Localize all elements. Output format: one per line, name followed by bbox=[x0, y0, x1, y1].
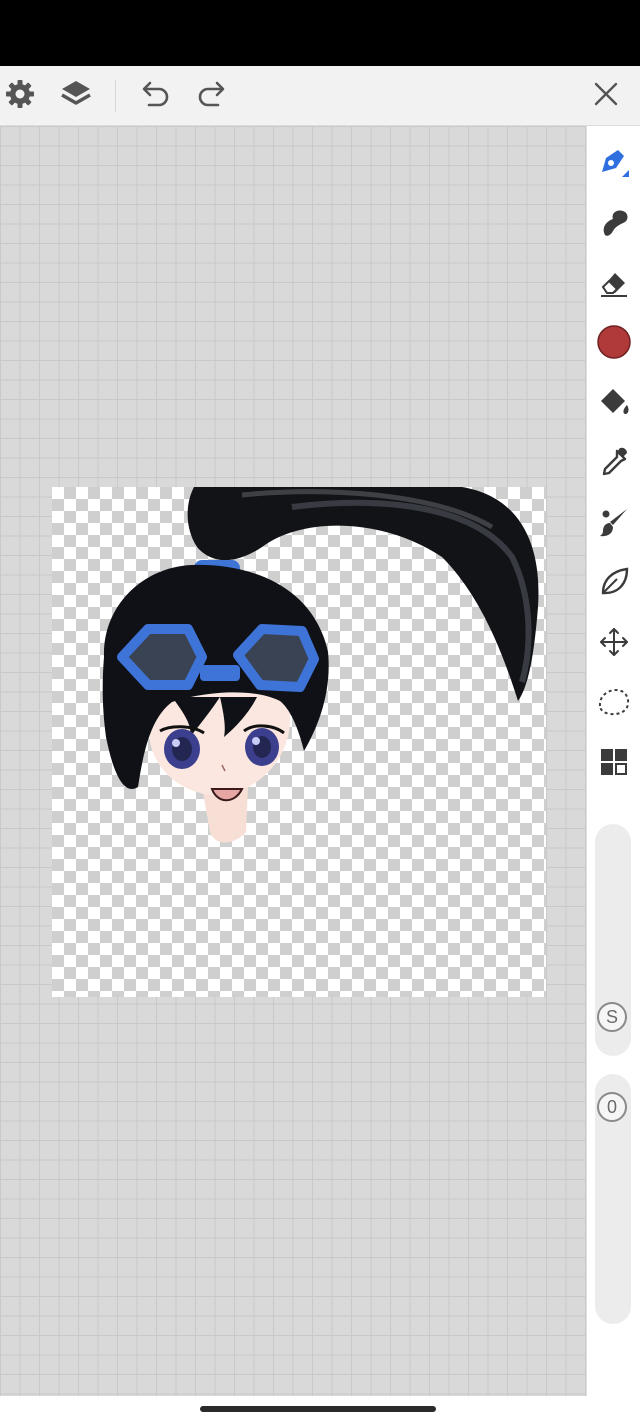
leaf-tool-button[interactable] bbox=[594, 564, 634, 604]
settings-button[interactable] bbox=[0, 76, 40, 116]
eyedropper-tool-button[interactable] bbox=[594, 444, 634, 484]
transform-tool-button[interactable] bbox=[594, 624, 634, 664]
artwork-drawing bbox=[102, 487, 539, 843]
color-swatch bbox=[595, 323, 633, 366]
redo-button[interactable] bbox=[193, 76, 233, 116]
eraser-tool-button[interactable] bbox=[594, 264, 634, 304]
close-button[interactable] bbox=[586, 76, 626, 116]
fill-tool-button[interactable] bbox=[594, 384, 634, 424]
layers-icon bbox=[59, 77, 93, 116]
move-arrows-icon bbox=[597, 625, 631, 664]
lasso-tool-button[interactable] bbox=[594, 684, 634, 724]
gallery-button[interactable] bbox=[594, 744, 634, 784]
brush-settings-button[interactable] bbox=[594, 504, 634, 544]
close-icon bbox=[591, 79, 621, 114]
paint-bucket-icon bbox=[597, 385, 631, 424]
leaf-icon bbox=[597, 565, 631, 604]
drawing-canvas[interactable] bbox=[52, 487, 546, 997]
gear-icon bbox=[4, 78, 36, 115]
size-slider-badge[interactable]: S bbox=[597, 1002, 627, 1032]
grid-icon bbox=[598, 746, 630, 783]
top-toolbar bbox=[0, 66, 640, 126]
tool-panel: S 0 bbox=[586, 126, 640, 1396]
redo-icon bbox=[196, 77, 230, 116]
undo-button[interactable] bbox=[134, 76, 174, 116]
eraser-icon bbox=[597, 265, 631, 304]
undo-icon bbox=[137, 77, 171, 116]
lasso-icon bbox=[596, 684, 632, 725]
brush-icon bbox=[597, 505, 631, 544]
opacity-slider-badge[interactable]: 0 bbox=[597, 1092, 627, 1122]
smudge-tool-button[interactable] bbox=[594, 204, 634, 244]
color-picker-button[interactable] bbox=[594, 324, 634, 364]
status-bar bbox=[0, 0, 640, 66]
pen-tool-button[interactable] bbox=[594, 144, 634, 184]
drawing-workspace[interactable] bbox=[0, 126, 586, 1396]
pen-icon bbox=[596, 144, 632, 185]
home-indicator[interactable] bbox=[200, 1406, 436, 1412]
smudge-icon bbox=[597, 205, 631, 244]
layers-button[interactable] bbox=[56, 76, 96, 116]
toolbar-divider bbox=[115, 80, 116, 112]
eyedropper-icon bbox=[597, 445, 631, 484]
